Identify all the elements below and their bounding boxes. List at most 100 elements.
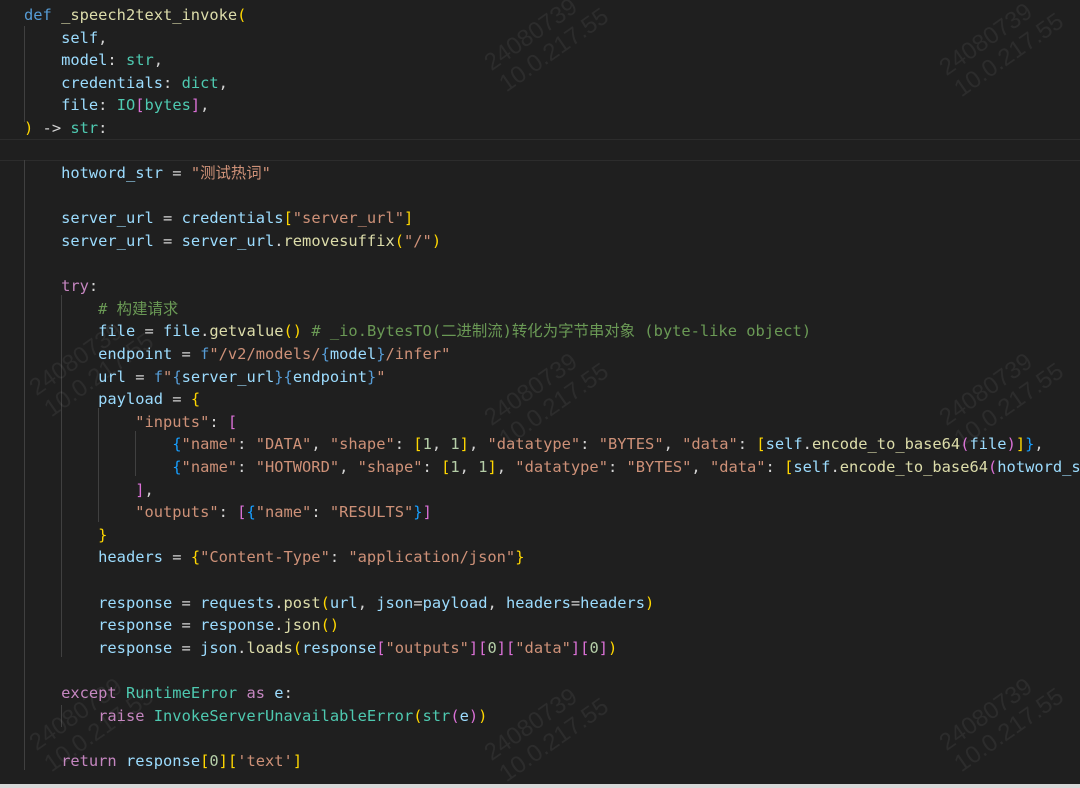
code-line[interactable]: try:	[24, 275, 1080, 297]
code-token: response	[125, 751, 201, 770]
code-token: =	[172, 638, 201, 657]
code-line[interactable]: headers = {"Content-Type": "application/…	[24, 546, 1080, 568]
code-line[interactable]: server_url = server_url.removesuffix("/"…	[24, 230, 1080, 252]
code-editor[interactable]: def _speech2text_invoke( self, model: st…	[0, 0, 1080, 788]
code-token: server_url	[61, 209, 154, 228]
code-line[interactable]: ],	[24, 479, 1080, 501]
code-token: [	[283, 209, 293, 228]
code-token: [	[135, 96, 145, 115]
code-line[interactable]: server_url = credentials["server_url"]	[24, 207, 1080, 229]
code-token: 1	[450, 458, 460, 476]
code-token: file	[98, 322, 136, 341]
code-line[interactable]: url = f"{server_url}{endpoint}"	[24, 366, 1080, 388]
code-line[interactable]	[24, 140, 1080, 162]
code-line[interactable]: file = file.getvalue() # _io.BytesTO(二进制…	[24, 320, 1080, 342]
code-token: ]	[422, 503, 432, 522]
code-token: "Content-Type"	[200, 548, 330, 567]
code-token: ,	[468, 435, 488, 454]
code-token: "data"	[515, 638, 571, 657]
code-line[interactable]: except RuntimeError as e:	[24, 682, 1080, 704]
code-line[interactable]	[24, 569, 1080, 591]
code-token: =	[153, 209, 182, 228]
code-line[interactable]: endpoint = f"/v2/models/{model}/infer"	[24, 343, 1080, 365]
code-line[interactable]: response = response.json()	[24, 614, 1080, 636]
code-token: "datatype"	[515, 458, 608, 476]
code-token: [	[413, 435, 423, 454]
code-line[interactable]: return response[0]['text']	[24, 750, 1080, 772]
code-line[interactable]: payload = {	[24, 388, 1080, 410]
code-token: (	[988, 458, 998, 476]
code-token: 'text'	[237, 751, 293, 770]
code-line[interactable]: }	[24, 524, 1080, 546]
code-token: "name"	[181, 435, 238, 454]
code-token: "BYTES"	[626, 458, 692, 476]
code-token: =	[172, 616, 201, 635]
code-token: =	[163, 164, 191, 183]
code-token: "shape"	[329, 435, 395, 454]
code-token: :	[394, 435, 414, 454]
code-line[interactable]: {"name": "DATA", "shape": [1, 1], "datat…	[24, 433, 1080, 455]
code-token: :	[218, 503, 238, 522]
code-line[interactable]: response = requests.post(url, json=paylo…	[24, 592, 1080, 614]
code-line[interactable]: {"name": "HOTWORD", "shape": [1, 1], "da…	[24, 456, 1080, 478]
code-line[interactable]: response = json.loads(response["outputs"…	[24, 637, 1080, 659]
code-line[interactable]: # 构建请求	[24, 298, 1080, 320]
code-token: }	[366, 367, 377, 386]
code-token: 0	[487, 638, 497, 657]
code-token: payload	[422, 593, 488, 612]
code-token: :	[237, 458, 256, 476]
code-token: .	[802, 435, 812, 454]
code-token: response	[200, 616, 275, 635]
code-line[interactable]	[24, 253, 1080, 275]
code-token: =	[163, 548, 191, 567]
code-token: =	[135, 322, 164, 341]
code-token: {	[190, 548, 201, 567]
code-token: [	[376, 638, 386, 657]
code-token: [	[784, 458, 794, 476]
code-token: model	[61, 51, 108, 70]
code-token: :	[98, 119, 108, 137]
code-token: credentials	[61, 73, 164, 92]
code-token: ,	[496, 458, 516, 476]
code-token: "/"	[404, 232, 432, 250]
code-token: encode_to_base64	[839, 458, 988, 476]
code-line[interactable]	[24, 659, 1080, 681]
code-line[interactable]: "outputs": [{"name": "RESULTS"}]	[24, 501, 1080, 523]
code-token: 1	[422, 435, 432, 454]
code-line[interactable]: hotword_str = "测试热词"	[24, 162, 1080, 184]
code-line[interactable]: "inputs": [	[24, 411, 1080, 433]
code-token: ->	[33, 119, 71, 137]
code-line[interactable]: model: str,	[24, 49, 1080, 71]
code-token: return	[61, 751, 117, 770]
code-token: {	[246, 503, 256, 522]
code-line[interactable]: raise InvokeServerUnavailableError(str(e…	[24, 705, 1080, 727]
code-line[interactable]: ) -> str:	[24, 117, 1080, 139]
code-token: .	[830, 458, 840, 476]
code-line[interactable]: def _speech2text_invoke(	[24, 4, 1080, 26]
code-token: headers	[506, 593, 571, 612]
code-token: hotword_str	[61, 164, 164, 183]
code-token: [	[200, 751, 210, 770]
code-token: =	[413, 593, 423, 612]
code-line[interactable]	[24, 185, 1080, 207]
code-token: ()	[283, 322, 303, 341]
code-line[interactable]: file: IO[bytes],	[24, 94, 1080, 116]
code-line[interactable]: credentials: dict,	[24, 72, 1080, 94]
code-line[interactable]	[24, 727, 1080, 749]
code-line[interactable]: self,	[24, 27, 1080, 49]
code-token: )	[645, 593, 655, 612]
code-token: response	[98, 593, 173, 612]
code-token: url	[98, 367, 126, 386]
code-token: encode_to_base64	[811, 435, 961, 454]
